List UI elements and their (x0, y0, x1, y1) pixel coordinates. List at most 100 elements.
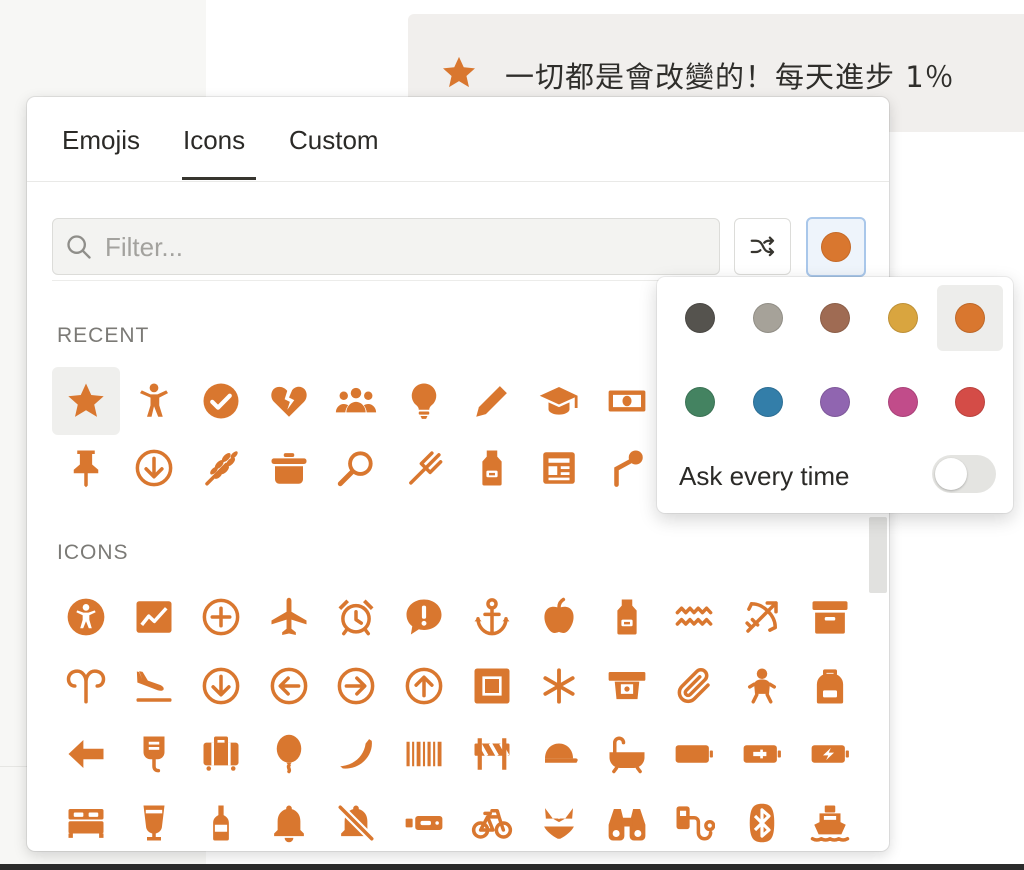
icon-color-button[interactable] (806, 217, 866, 277)
color-swatch-green[interactable] (667, 369, 733, 435)
color-swatch-gray[interactable] (735, 285, 801, 351)
apple-icon (544, 597, 574, 633)
icon-option-atm[interactable] (593, 652, 661, 720)
icon-option-arrow-right-circle[interactable] (322, 652, 390, 720)
icon-option-bed[interactable] (52, 789, 120, 852)
color-swatch-brown[interactable] (802, 285, 868, 351)
icon-option-blood-pressure[interactable] (660, 789, 728, 852)
icon-option-artwork[interactable] (458, 652, 526, 720)
icon-option-beer[interactable] (120, 789, 188, 852)
icon-option-baby[interactable] (728, 652, 796, 720)
filter-field[interactable] (52, 218, 720, 275)
icon-option-add-circle[interactable] (187, 583, 255, 651)
color-swatch-orange[interactable] (937, 285, 1003, 351)
icon-option-anchor[interactable] (458, 583, 526, 651)
icon-option-banana[interactable] (322, 720, 390, 788)
icon-option-pencil[interactable] (458, 367, 526, 435)
pencil-icon (475, 386, 507, 417)
icon-option-heart-broken[interactable] (255, 367, 323, 435)
icon-option-arrivals[interactable] (120, 652, 188, 720)
icon-option-arrow-down-circle[interactable] (120, 434, 188, 502)
icon-option-people-group[interactable] (322, 367, 390, 435)
cooking-pot-icon (271, 453, 307, 484)
color-dot (752, 387, 783, 417)
tab-custom[interactable]: Custom (289, 125, 379, 156)
shuffle-button[interactable] (734, 218, 791, 275)
icon-option-arrow-up-circle[interactable] (390, 652, 458, 720)
newspaper-icon (543, 452, 575, 484)
icon-option-arrow-left[interactable] (52, 720, 120, 788)
icon-option-binoculars[interactable] (593, 789, 661, 852)
icon-option-balloon[interactable] (255, 720, 323, 788)
icon-option-barcode[interactable] (390, 720, 458, 788)
icon-option-alert-bubble[interactable] (390, 583, 458, 651)
icon-option-bell[interactable] (255, 789, 323, 852)
icon-option-airplane[interactable] (255, 583, 323, 651)
icon-option-apple[interactable] (525, 583, 593, 651)
icon-option-accessibility[interactable] (52, 583, 120, 651)
icon-option-microphone-stand[interactable] (593, 434, 661, 502)
arrow-left-circle-icon (270, 667, 308, 704)
icon-option-battery-bolt[interactable] (796, 720, 864, 788)
scrollbar-thumb[interactable] (869, 517, 887, 593)
color-swatch-red[interactable] (937, 369, 1003, 435)
icon-option-backpack[interactable] (796, 652, 864, 720)
icon-option-bluetooth[interactable] (728, 789, 796, 852)
icon-option-arrow-left-circle[interactable] (255, 652, 323, 720)
callout-text[interactable]: 一切都是會改變的！每天進步 1％ (505, 54, 955, 96)
color-swatch-purple[interactable] (802, 369, 868, 435)
color-dot (955, 303, 985, 333)
icon-option-lightbulb[interactable] (390, 367, 458, 435)
icon-option-baggage[interactable] (187, 720, 255, 788)
icon-option-apron[interactable] (593, 583, 661, 651)
icon-option-frying-pan[interactable] (322, 434, 390, 502)
color-swatch-blue[interactable] (735, 369, 801, 435)
icon-option-archive[interactable] (796, 583, 864, 651)
icon-option-accessibility-person[interactable] (120, 367, 188, 435)
icon-option-battery-charging[interactable] (728, 720, 796, 788)
filter-input[interactable] (105, 227, 705, 267)
atm-icon (608, 671, 646, 699)
graduation-cap-icon (539, 387, 578, 415)
icon-option-graduation-cap[interactable] (525, 367, 593, 435)
color-swatch-yellow[interactable] (870, 285, 936, 351)
icon-option-bell-off[interactable] (322, 789, 390, 852)
icon-option-activity-chart[interactable] (120, 583, 188, 651)
icon-option-asterisk[interactable] (525, 652, 593, 720)
icon-option-apron[interactable] (458, 434, 526, 502)
icon-option-arrow-down-circle[interactable] (187, 652, 255, 720)
color-swatch-gray-dark[interactable] (667, 285, 733, 351)
icon-option-archery[interactable] (728, 583, 796, 651)
bag-iv-icon (143, 736, 165, 773)
ask-every-time-toggle[interactable] (932, 455, 996, 493)
icon-option-bag-iv[interactable] (120, 720, 188, 788)
star-icon[interactable] (440, 54, 478, 92)
tab-icons[interactable]: Icons (183, 125, 245, 156)
icon-option-checkmark-circle[interactable] (187, 367, 255, 435)
icon-option-newspaper[interactable] (525, 434, 593, 502)
icon-option-bikini[interactable] (525, 789, 593, 852)
icon-option-attachment[interactable] (660, 652, 728, 720)
icon-option-battery-full[interactable] (660, 720, 728, 788)
icon-option-baseball-cap[interactable] (525, 720, 593, 788)
icon-option-star[interactable] (52, 367, 120, 435)
icon-option-bathtub[interactable] (593, 720, 661, 788)
icon-option-belt[interactable] (390, 789, 458, 852)
tab-emojis[interactable]: Emojis (62, 125, 140, 156)
icon-option-boat[interactable] (796, 789, 864, 852)
icon-option-pushpin[interactable] (52, 434, 120, 502)
icon-option-bicycle[interactable] (458, 789, 526, 852)
icon-option-wheat[interactable] (187, 434, 255, 502)
icon-option-barricade[interactable] (458, 720, 526, 788)
arrow-down-circle-icon (202, 667, 240, 704)
artwork-icon (474, 668, 510, 703)
icon-option-alarm-clock[interactable] (322, 583, 390, 651)
icon-option-beer-bottle[interactable] (187, 789, 255, 852)
icon-option-aries[interactable] (52, 652, 120, 720)
icon-option-fork[interactable] (390, 434, 458, 502)
color-swatch-pink[interactable] (870, 369, 936, 435)
icon-option-cooking-pot[interactable] (255, 434, 323, 502)
icon-option-aquarius[interactable] (660, 583, 728, 651)
icon-option-banknote[interactable] (593, 367, 661, 435)
banana-icon (340, 739, 373, 769)
